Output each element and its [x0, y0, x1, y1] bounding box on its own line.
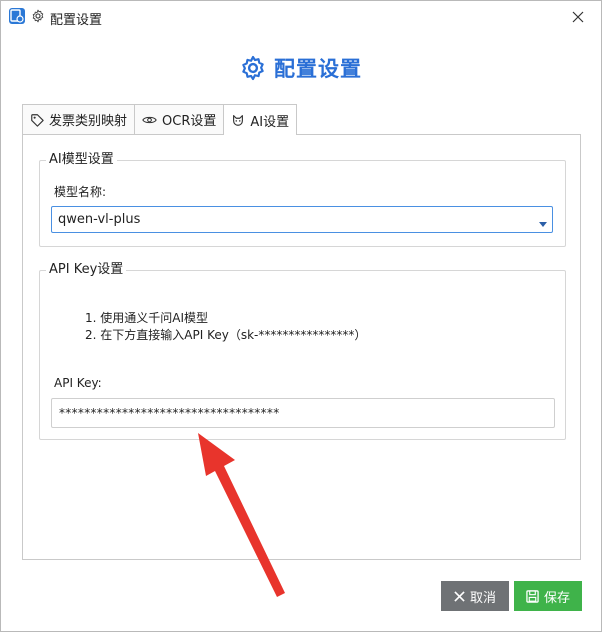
- instructions: 1. 使用通义千问AI模型 2. 在下方直接输入API Key（sk-*****…: [85, 310, 366, 344]
- api-key-label: API Key:: [54, 376, 102, 390]
- config-dialog: 配置设置 配置设置 发票类别映射 OCR设置 AI设置 AI模型设置 模型名称:…: [0, 0, 602, 632]
- window-title: 配置设置: [50, 13, 103, 28]
- api-key-value: ***********************************: [59, 406, 280, 420]
- group-legend: AI模型设置: [46, 152, 117, 168]
- api-key-input[interactable]: ***********************************: [51, 398, 555, 428]
- save-icon: [526, 589, 539, 603]
- close-icon: [454, 590, 465, 602]
- gear-icon: [32, 9, 44, 23]
- model-name-value: qwen-vl-plus: [58, 212, 141, 227]
- app-icon: [9, 8, 25, 24]
- model-name-select[interactable]: qwen-vl-plus: [51, 206, 553, 233]
- page-title-text: 配置设置: [274, 57, 362, 81]
- gear-icon: [242, 55, 264, 81]
- tab-label: 发票类别映射: [49, 114, 128, 129]
- model-name-label: 模型名称:: [54, 185, 107, 199]
- ai-settings-panel: AI模型设置 模型名称: qwen-vl-plus API Key设置 1. 使…: [22, 134, 581, 560]
- eye-icon: [142, 116, 157, 123]
- page-title: 配置设置: [1, 51, 601, 85]
- cancel-label: 取消: [469, 590, 496, 606]
- close-button[interactable]: [555, 1, 601, 32]
- tab-ai-settings[interactable]: AI设置: [223, 104, 298, 135]
- tab-bar: 发票类别映射 OCR设置 AI设置: [22, 104, 298, 135]
- instruction-line: 1. 使用通义千问AI模型: [85, 311, 209, 325]
- save-label: 保存: [543, 590, 570, 606]
- tab-label: AI设置: [250, 114, 290, 130]
- save-button[interactable]: 保存: [514, 581, 582, 611]
- api-key-group: API Key设置 1. 使用通义千问AI模型 2. 在下方直接输入API Ke…: [39, 262, 566, 440]
- tab-invoice-mapping[interactable]: 发票类别映射: [22, 104, 136, 134]
- tab-ocr-settings[interactable]: OCR设置: [134, 104, 225, 134]
- tag-icon: [31, 113, 44, 127]
- ai-model-group: AI模型设置 模型名称: qwen-vl-plus: [39, 152, 566, 247]
- ai-icon: [233, 115, 244, 126]
- tab-label: OCR设置: [162, 114, 217, 129]
- group-legend: API Key设置: [46, 262, 127, 278]
- chevron-down-icon: [539, 222, 547, 227]
- title-bar: 配置设置: [1, 1, 601, 32]
- close-icon: [572, 11, 584, 22]
- cancel-button[interactable]: 取消: [441, 581, 509, 611]
- instruction-line: 2. 在下方直接输入API Key（sk-****************）: [85, 328, 367, 342]
